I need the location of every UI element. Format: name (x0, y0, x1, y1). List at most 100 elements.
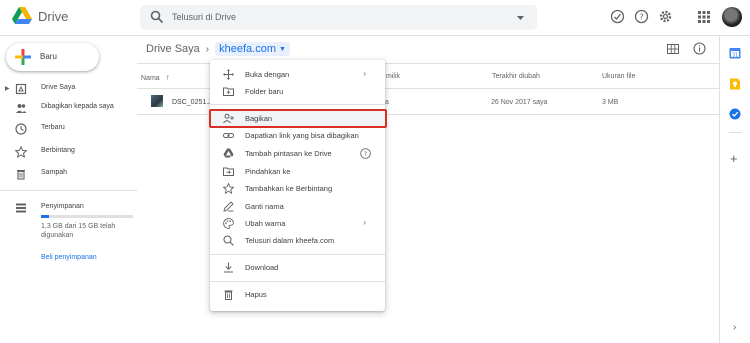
menu-item-new-folder[interactable]: Folder baru (210, 83, 385, 100)
sidebar-item-label: Berbintang (41, 147, 75, 154)
breadcrumb-current-folder[interactable]: kheefa.com ▼ (215, 42, 290, 56)
side-panel-divider (729, 132, 742, 133)
column-header-size[interactable]: Ukuran file (602, 73, 635, 80)
menu-item-label: Hapus (245, 290, 267, 299)
grid-view-icon[interactable] (667, 44, 679, 54)
menu-divider (210, 254, 385, 255)
share-icon (223, 113, 234, 124)
file-name: DSC_0251.J (172, 99, 212, 106)
column-header-name[interactable]: Nama ↑ (141, 73, 170, 82)
keep-icon[interactable] (729, 78, 741, 90)
buy-storage-link[interactable]: Beli penyimpanan (41, 254, 97, 261)
menu-item-label: Ubah warna (245, 219, 286, 228)
sidebar-item-shared[interactable]: Dibagikan kepada saya (0, 99, 130, 117)
move-icon (223, 167, 234, 176)
search-input[interactable]: Telusuri di Drive (172, 12, 236, 22)
support-status-icon[interactable] (610, 9, 625, 24)
chevron-right-icon: › (205, 44, 210, 55)
apps-icon[interactable] (698, 11, 710, 23)
chevron-right-icon: › (363, 218, 366, 227)
help-icon[interactable]: ? (634, 9, 649, 24)
column-header-name-label: Nama (141, 75, 160, 82)
menu-item-add-shortcut[interactable]: Tambah pintasan ke Drive ? (210, 145, 385, 162)
sidebar-item-my-drive[interactable]: ▶ Drive Saya (0, 80, 130, 98)
search-options-icon[interactable] (516, 13, 525, 22)
shared-icon (16, 104, 27, 113)
calendar-icon[interactable]: 31 (729, 47, 741, 59)
search-icon (223, 235, 234, 246)
menu-item-label: Buka dengan (245, 70, 290, 79)
menu-item-label: Pindahkan ke (245, 167, 291, 176)
breadcrumb-root[interactable]: Drive Saya (146, 43, 200, 55)
svg-text:31: 31 (732, 52, 738, 58)
column-header-modified[interactable]: Terakhir diubah (492, 73, 540, 80)
menu-item-label: Dapatkan link yang bisa dibagikan (245, 131, 359, 140)
settings-icon[interactable] (658, 9, 673, 24)
sidebar-item-label: Drive Saya (41, 84, 76, 91)
menu-item-delete[interactable]: Hapus (210, 286, 385, 303)
help-icon[interactable]: ? (360, 148, 371, 159)
menu-divider (210, 281, 385, 282)
sidebar-item-label: Dibagikan kepada saya (41, 103, 114, 110)
storage-usage-text: 1,3 GB dari 15 GB telah digunakan (41, 223, 116, 239)
tasks-icon[interactable] (729, 108, 741, 120)
plus-icon (15, 49, 31, 65)
new-button[interactable]: Baru (6, 43, 99, 71)
sort-arrow-up-icon[interactable]: ↑ (166, 73, 170, 82)
recent-icon (15, 123, 27, 135)
menu-item-move[interactable]: Pindahkan ke (210, 163, 385, 180)
add-addon-icon[interactable]: + (730, 152, 738, 165)
storage-icon (16, 203, 26, 213)
expand-panel-icon[interactable]: › (733, 322, 736, 333)
sidebar-item-trash[interactable]: Sampah (0, 165, 130, 183)
highlight-box (209, 109, 387, 128)
expand-caret-icon[interactable]: ▶ (5, 85, 10, 92)
info-icon[interactable] (693, 42, 706, 55)
storage-progress-fill (41, 215, 49, 218)
context-menu: Buka dengan › Folder baru Bagikan Dapatk… (209, 60, 387, 311)
sidebar-item-starred[interactable]: Berbintang (0, 143, 130, 161)
new-folder-icon (223, 87, 234, 96)
storage-label: Penyimpanan (41, 203, 84, 210)
image-thumbnail (151, 95, 163, 107)
file-modified-date: 26 Nov 2017 (491, 99, 531, 106)
breadcrumb-current-label: kheefa.com (219, 43, 277, 55)
sidebar-item-label: Sampah (41, 169, 68, 176)
top-bar: Drive Telusuri di Drive ? (0, 0, 750, 36)
menu-item-get-link[interactable]: Dapatkan link yang bisa dibagikan (210, 127, 385, 144)
sidebar-item-recent[interactable]: Terbaru (0, 120, 130, 138)
trash-icon (17, 169, 25, 180)
menu-item-label: Ganti nama (245, 202, 284, 211)
menu-item-share[interactable]: Bagikan (209, 109, 387, 128)
search-bar[interactable]: Telusuri di Drive (140, 5, 537, 30)
sidebar-divider (0, 190, 137, 191)
svg-text:?: ? (364, 150, 367, 158)
star-icon (223, 183, 234, 194)
menu-item-change-color[interactable]: Ubah warna › (210, 215, 385, 232)
avatar[interactable] (722, 7, 742, 27)
menu-item-add-star[interactable]: Tambahkan ke Berbintang (210, 180, 385, 197)
chevron-right-icon: › (363, 69, 366, 78)
search-icon[interactable] (150, 10, 164, 24)
menu-divider (210, 104, 385, 105)
column-header-owner[interactable]: milik (386, 73, 400, 80)
menu-item-label: Folder baru (245, 87, 284, 96)
new-button-label: Baru (40, 52, 57, 61)
file-modified-by: saya (532, 99, 548, 106)
file-size: 3 MB (602, 99, 619, 106)
add-shortcut-icon (223, 148, 234, 158)
sidebar-item-label: Terbaru (41, 124, 65, 131)
file-owner: a (385, 99, 389, 106)
palette-icon (223, 218, 234, 229)
storage-progress-bar (41, 215, 133, 218)
menu-item-rename[interactable]: Ganti nama (210, 198, 385, 215)
file-modified: 26 Nov 2017 saya (491, 99, 547, 106)
menu-item-label: Download (245, 263, 279, 272)
drive-logo-icon[interactable] (12, 7, 32, 25)
breadcrumb: Drive Saya › kheefa.com ▼ (146, 42, 290, 58)
app-title[interactable]: Drive (38, 9, 68, 24)
menu-item-download[interactable]: Download (210, 259, 385, 276)
menu-item-open-with[interactable]: Buka dengan › (210, 66, 385, 83)
svg-text:?: ? (639, 13, 643, 22)
menu-item-search-in[interactable]: Telusuri dalam kheefa.com (210, 232, 385, 249)
